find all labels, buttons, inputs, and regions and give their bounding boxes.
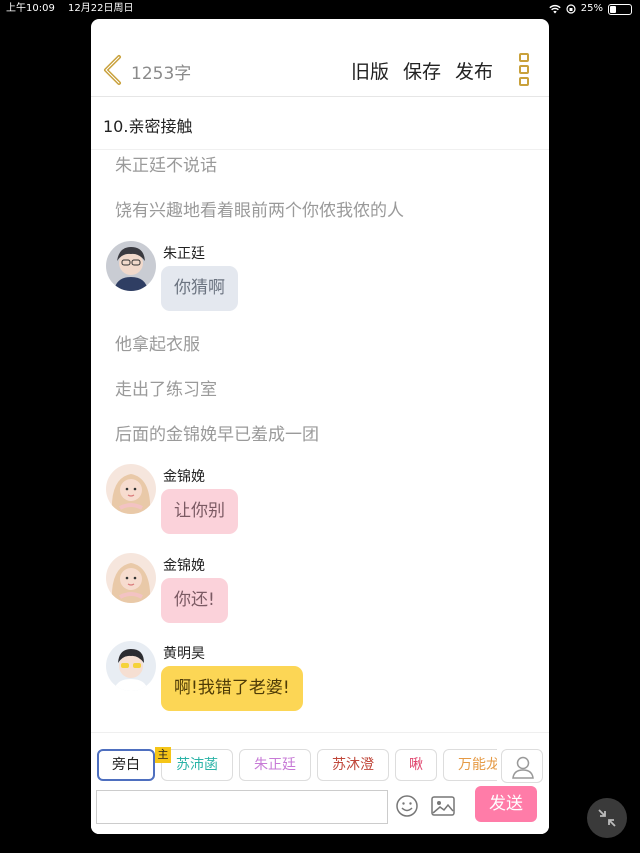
user-icon[interactable] — [501, 749, 543, 783]
editor-card: 1253字 旧版 保存 发布 10.亲密接触 朱正廷不说话 饶有兴趣地看着眼前两… — [91, 19, 549, 834]
wifi-icon — [549, 4, 561, 14]
image-icon[interactable] — [431, 796, 455, 816]
message-input[interactable] — [96, 790, 388, 824]
character-name: 黄明昊 — [163, 646, 205, 662]
role-tab-su-mucheng[interactable]: 苏沐澄 — [317, 749, 389, 781]
compose-bar: 旁白 苏沛菡 朱正廷 苏沐澄 啾 万能龙 主 发送 — [91, 732, 549, 834]
role-tab-zhu-zhengting[interactable]: 朱正廷 — [239, 749, 311, 781]
host-badge: 主 — [155, 747, 171, 763]
character-name: 金锦娩 — [163, 469, 205, 485]
avatar — [106, 641, 156, 691]
chapter-title-bar[interactable]: 10.亲密接触 — [91, 98, 549, 150]
avatar — [106, 553, 156, 603]
publish-button[interactable]: 发布 — [455, 57, 493, 84]
word-count: 1253字 — [131, 64, 192, 84]
more-icon[interactable] — [519, 53, 531, 87]
role-tab-wannenglong[interactable]: 万能龙 — [443, 749, 497, 781]
status-bar: 上午10:09 12月22日周日 25% — [0, 0, 640, 18]
narration-line: 后面的金锦娩早已羞成一团 — [115, 425, 319, 445]
avatar — [106, 464, 156, 514]
save-button[interactable]: 保存 — [403, 57, 441, 84]
emoji-icon[interactable] — [395, 794, 419, 818]
battery-percent: 25% — [580, 3, 603, 14]
send-button[interactable]: 发送 — [475, 786, 537, 822]
battery-icon — [608, 3, 632, 15]
role-tab-jiu[interactable]: 啾 — [395, 749, 437, 781]
battery-fill — [610, 5, 616, 13]
narration-line: 走出了练习室 — [115, 380, 217, 400]
narration-line: 朱正廷不说话 — [115, 156, 217, 176]
status-date: 12月22日周日 — [68, 3, 134, 14]
dialogue-bubble[interactable]: 你猜啊 — [161, 266, 238, 311]
editor-header: 1253字 旧版 保存 发布 — [91, 19, 549, 97]
dialogue-bubble[interactable]: 啊!我错了老婆! — [161, 666, 303, 711]
header-actions: 旧版 保存 发布 — [351, 57, 493, 84]
status-time: 上午10:09 — [6, 3, 55, 14]
old-version-button[interactable]: 旧版 — [351, 57, 389, 84]
chapter-title: 10.亲密接触 — [103, 117, 193, 136]
story-content[interactable]: 朱正廷不说话 饶有兴趣地看着眼前两个你侬我侬的人 朱正廷 你猜啊 他拿起衣服 走… — [91, 151, 549, 732]
orientation-lock-icon — [566, 4, 576, 14]
role-tab-su-peihan[interactable]: 苏沛菡 — [161, 749, 233, 781]
narration-line: 饶有兴趣地看着眼前两个你侬我侬的人 — [115, 201, 404, 221]
narration-line: 他拿起衣服 — [115, 335, 200, 355]
avatar — [106, 241, 156, 291]
dialogue-bubble[interactable]: 让你别 — [161, 489, 238, 534]
back-icon[interactable] — [101, 54, 125, 86]
character-name: 朱正廷 — [163, 246, 205, 262]
collapse-icon[interactable] — [587, 798, 627, 838]
dialogue-bubble[interactable]: 你还! — [161, 578, 228, 623]
role-tab-narrator[interactable]: 旁白 — [97, 749, 155, 781]
character-name: 金锦娩 — [163, 558, 205, 574]
